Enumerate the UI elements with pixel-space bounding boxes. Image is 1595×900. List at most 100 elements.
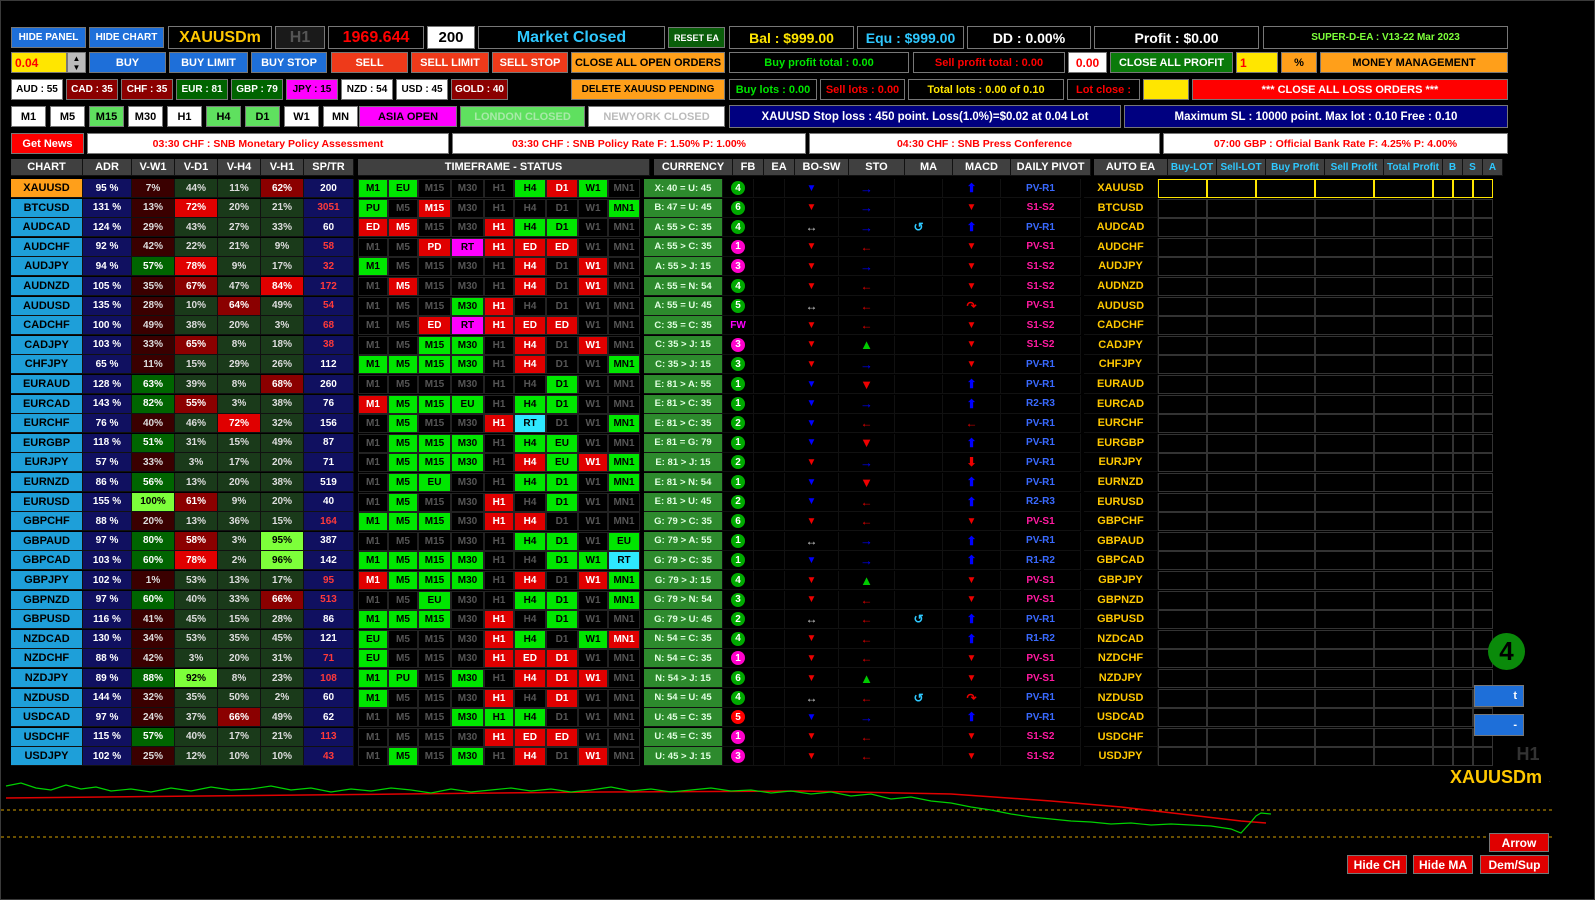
trade-cell[interactable] [1453, 335, 1473, 355]
trade-cell[interactable] [1453, 688, 1473, 708]
trade-cell[interactable] [1453, 179, 1473, 198]
auto-ea-button[interactable]: CHFJPY [1084, 355, 1158, 375]
trade-cell[interactable] [1433, 335, 1453, 355]
trade-cell[interactable] [1433, 571, 1453, 590]
trade-cell[interactable] [1473, 355, 1493, 375]
trade-cell[interactable] [1433, 551, 1453, 571]
trade-cell[interactable] [1453, 492, 1473, 512]
auto-ea-button[interactable]: XAUUSD [1084, 179, 1158, 198]
trade-cell[interactable] [1433, 473, 1453, 492]
chart-symbol-button[interactable]: EURJPY [11, 453, 83, 473]
auto-ea-button[interactable]: AUDNZD [1084, 277, 1158, 296]
chart-symbol-button[interactable]: CADJPY [11, 335, 83, 355]
trade-cell[interactable] [1453, 551, 1473, 571]
trade-cell[interactable] [1433, 453, 1453, 473]
chart-symbol-button[interactable]: NZDCAD [11, 629, 83, 649]
trade-cell[interactable] [1433, 316, 1453, 336]
trade-cell[interactable] [1433, 198, 1453, 218]
auto-ea-button[interactable]: AUDCHF [1084, 237, 1158, 257]
profit-target-input[interactable]: 0.00 [1068, 52, 1107, 73]
tf-button-m5[interactable]: M5 [50, 106, 85, 127]
chart-symbol-button[interactable]: AUDUSD [11, 296, 83, 316]
chart-symbol-button[interactable]: USDCHF [11, 727, 83, 747]
trade-cell[interactable] [1453, 316, 1473, 336]
tf-button-h1[interactable]: H1 [167, 106, 202, 127]
chart-symbol-button[interactable]: GBPCHF [11, 512, 83, 532]
trade-cell[interactable] [1473, 296, 1493, 316]
trade-cell[interactable] [1473, 414, 1493, 434]
asia-session[interactable]: ASIA OPEN [359, 106, 457, 127]
trade-cell[interactable] [1473, 433, 1493, 453]
tf-button-m1[interactable]: M1 [11, 106, 46, 127]
trade-cell[interactable] [1453, 375, 1473, 394]
trade-cell[interactable] [1433, 531, 1453, 551]
trade-cell[interactable] [1453, 629, 1473, 649]
trade-cell[interactable] [1453, 727, 1473, 747]
chart-symbol-button[interactable]: NZDCHF [11, 649, 83, 669]
trade-cell[interactable] [1433, 747, 1453, 767]
auto-ea-button[interactable]: EURCAD [1084, 394, 1158, 414]
delete-pending-button[interactable]: DELETE XAUUSD PENDING [571, 79, 725, 100]
hide-ma-button[interactable]: Hide MA [1413, 855, 1473, 874]
trade-cell[interactable] [1433, 296, 1453, 316]
chart-symbol-button[interactable]: NZDJPY [11, 669, 83, 688]
chart-symbol-button[interactable]: GBPUSD [11, 610, 83, 630]
lot-close-input[interactable] [1143, 79, 1189, 100]
trade-cell[interactable] [1473, 198, 1493, 218]
trade-cell[interactable] [1433, 179, 1453, 198]
trade-cell[interactable] [1453, 296, 1473, 316]
auto-ea-button[interactable]: EURUSD [1084, 492, 1158, 512]
sell-stop-button[interactable]: SELL STOP [492, 52, 568, 73]
trade-cell[interactable] [1433, 375, 1453, 394]
close-all-loss-orders-button[interactable]: *** CLOSE ALL LOSS ORDERS *** [1192, 79, 1508, 100]
auto-ea-button[interactable]: NZDJPY [1084, 669, 1158, 688]
hide-ch-button[interactable]: Hide CH [1347, 855, 1407, 874]
trade-cell[interactable] [1473, 571, 1493, 590]
trade-cell[interactable] [1433, 649, 1453, 669]
trade-cell[interactable] [1473, 237, 1493, 257]
trade-cell[interactable] [1453, 453, 1473, 473]
trade-cell[interactable] [1433, 512, 1453, 532]
auto-ea-button[interactable]: USDCAD [1084, 708, 1158, 728]
trade-cell[interactable] [1473, 218, 1493, 238]
trade-cell[interactable] [1433, 355, 1453, 375]
auto-ea-button[interactable]: EURJPY [1084, 453, 1158, 473]
auto-ea-button[interactable]: GBPCHF [1084, 512, 1158, 532]
auto-ea-button[interactable]: AUDCAD [1084, 218, 1158, 238]
chart-symbol-button[interactable]: AUDNZD [11, 277, 83, 296]
trade-cell[interactable] [1473, 473, 1493, 492]
buy-limit-button[interactable]: BUY LIMIT [169, 52, 248, 73]
buy-stop-button[interactable]: BUY STOP [251, 52, 327, 73]
trade-cell[interactable] [1433, 610, 1453, 630]
trade-cell[interactable] [1453, 708, 1473, 728]
chart-symbol-button[interactable]: BTCUSD [11, 198, 83, 218]
trade-cell[interactable] [1433, 727, 1453, 747]
auto-ea-button[interactable]: GBPJPY [1084, 571, 1158, 590]
chart-symbol-button[interactable]: USDJPY [11, 747, 83, 767]
chart-symbol-button[interactable]: EURCAD [11, 394, 83, 414]
trade-cell[interactable] [1453, 590, 1473, 610]
auto-ea-button[interactable]: EURCHF [1084, 414, 1158, 434]
auto-ea-button[interactable]: GBPNZD [1084, 590, 1158, 610]
arrow-button[interactable]: Arrow [1489, 833, 1549, 852]
auto-ea-button[interactable]: GBPCAD [1084, 551, 1158, 571]
trade-cell[interactable] [1473, 375, 1493, 394]
trade-cell[interactable] [1433, 433, 1453, 453]
tf-button-d1[interactable]: D1 [245, 106, 280, 127]
trade-cell[interactable] [1473, 394, 1493, 414]
trade-cell[interactable] [1453, 237, 1473, 257]
chart-symbol-button[interactable]: EURGBP [11, 433, 83, 453]
trade-cell[interactable] [1453, 473, 1473, 492]
trade-cell[interactable] [1433, 257, 1453, 277]
chart-symbol-button[interactable]: EURCHF [11, 414, 83, 434]
auto-ea-button[interactable]: NZDCAD [1084, 629, 1158, 649]
auto-ea-button[interactable]: BTCUSD [1084, 198, 1158, 218]
trade-cell[interactable] [1453, 512, 1473, 532]
auto-ea-button[interactable]: EURAUD [1084, 375, 1158, 394]
auto-ea-button[interactable]: GBPUSD [1084, 610, 1158, 630]
chart-symbol-button[interactable]: XAUUSD [11, 179, 83, 198]
trade-cell[interactable] [1433, 394, 1453, 414]
trade-cell[interactable] [1433, 414, 1453, 434]
chart-partial-button-1[interactable]: t [1474, 685, 1524, 707]
chart-symbol-button[interactable]: AUDCAD [11, 218, 83, 238]
